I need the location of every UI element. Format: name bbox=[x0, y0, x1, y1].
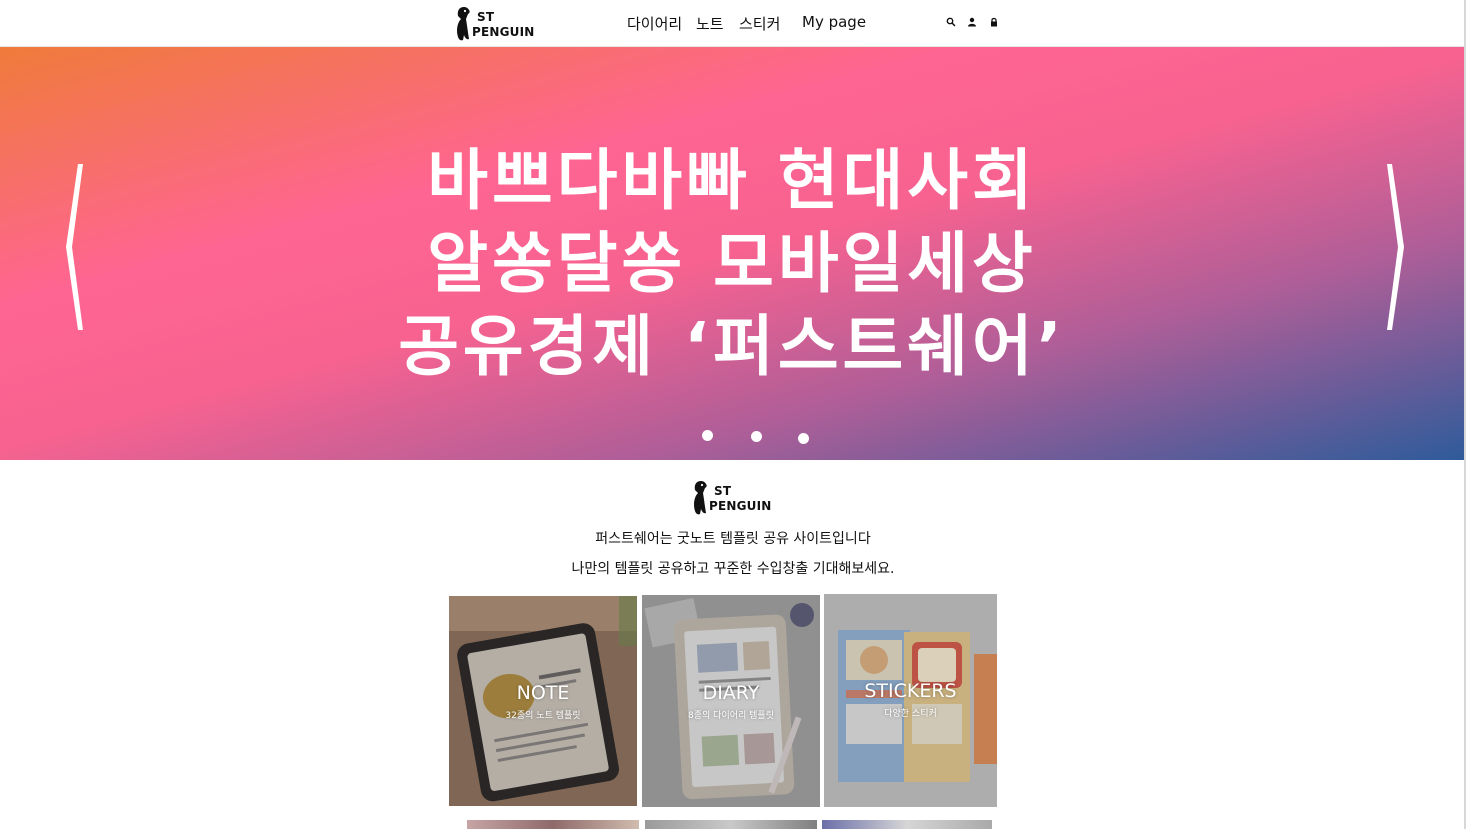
nav-sticker[interactable]: 스티커 bbox=[739, 13, 780, 34]
user-icon[interactable] bbox=[967, 17, 977, 27]
hero-line-2: 알쏭달쏭 모바일세상 bbox=[427, 225, 1037, 302]
next-row-tile[interactable] bbox=[822, 820, 992, 829]
logo-text-st: ST bbox=[477, 10, 495, 24]
category-title: NOTE bbox=[516, 682, 570, 704]
category-note[interactable]: NOTE 32종의 노트 템플릿 bbox=[449, 596, 637, 806]
next-row-tile[interactable] bbox=[467, 820, 639, 829]
category-subtitle: 8종의 다이어리 템플릿 bbox=[688, 711, 774, 721]
category-stickers[interactable]: STICKERS 다양한 스티커 bbox=[824, 594, 997, 807]
logo-text-st: ST bbox=[714, 484, 732, 498]
slide-dot-3[interactable] bbox=[798, 433, 809, 444]
next-row-tile[interactable] bbox=[645, 820, 817, 829]
intro-line-1: 퍼스트쉐어는 굿노트 템플릿 공유 사이트입니다 bbox=[595, 531, 871, 547]
nav-mypage[interactable]: My page bbox=[802, 13, 866, 31]
category-diary[interactable]: DIARY 8종의 다이어리 템플릿 bbox=[642, 595, 820, 807]
site-header: ST PENGUIN 다이어리 노트 스티커 My page bbox=[0, 0, 1466, 47]
chevron-left-icon[interactable] bbox=[56, 162, 86, 332]
intro-line-2: 나만의 템플릿 공유하고 꾸준한 수입창출 기대해보세요. bbox=[571, 561, 895, 577]
chevron-right-icon[interactable] bbox=[1384, 162, 1414, 332]
page: ST PENGUIN 다이어리 노트 스티커 My page 바쁘다바빠 현대사… bbox=[0, 0, 1466, 829]
nav-diary[interactable]: 다이어리 bbox=[627, 13, 682, 34]
hero-line-1: 바쁘다바빠 현대사회 bbox=[427, 142, 1037, 219]
lock-icon[interactable] bbox=[989, 17, 999, 27]
logo-text-penguin: PENGUIN bbox=[709, 499, 772, 513]
category-title: DIARY bbox=[702, 682, 760, 704]
category-subtitle: 32종의 노트 템플릿 bbox=[505, 711, 581, 721]
hero-line-3: 공유경제 ‘퍼스트쉐어’ bbox=[398, 308, 1066, 385]
logo-text-penguin: PENGUIN bbox=[472, 25, 535, 39]
category-subtitle: 다양한 스티커 bbox=[884, 709, 937, 719]
search-icon[interactable] bbox=[946, 17, 956, 27]
intro-logo: ST PENGUIN bbox=[692, 479, 782, 517]
category-title: STICKERS bbox=[864, 680, 957, 702]
hero-banner: 바쁘다바빠 현대사회 알쏭달쏭 모바일세상 공유경제 ‘퍼스트쉐어’ bbox=[0, 47, 1464, 460]
slide-dot-2[interactable] bbox=[751, 431, 762, 442]
nav-note[interactable]: 노트 bbox=[696, 13, 724, 34]
site-logo[interactable]: ST PENGUIN bbox=[455, 5, 545, 43]
slide-dot-1[interactable] bbox=[702, 430, 713, 441]
